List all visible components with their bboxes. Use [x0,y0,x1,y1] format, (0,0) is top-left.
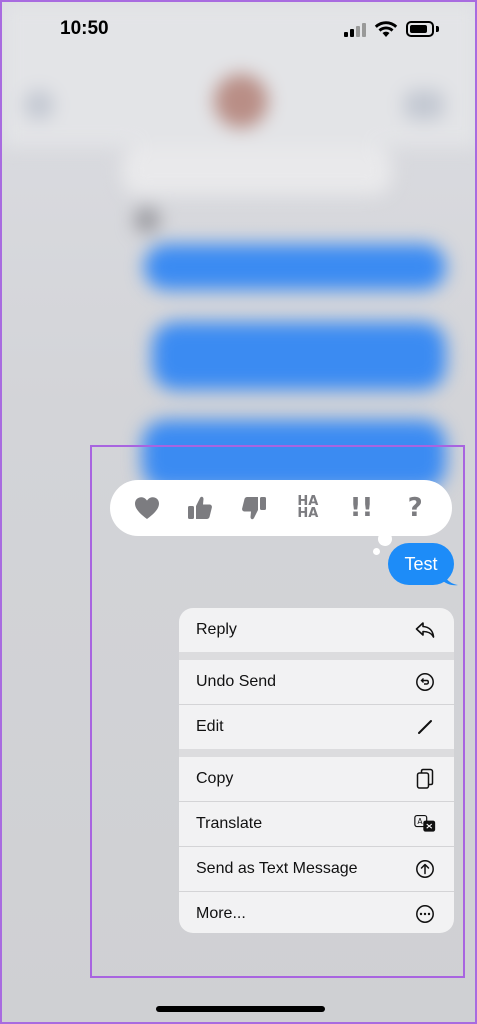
menu-item-label: More... [196,905,246,922]
blurred-back-button [24,90,54,120]
battery-cap [436,26,439,32]
menu-item-more[interactable]: More... [179,892,454,933]
menu-item-label: Translate [196,815,263,832]
status-time: 10:50 [60,18,109,39]
blurred-sent-bubble [152,322,446,390]
home-indicator[interactable] [156,1006,325,1012]
message-bubble-tail [442,570,458,586]
wifi-icon [374,21,398,37]
menu-item-edit[interactable]: Edit [179,705,454,749]
tapback-bar: HA HA !! ? [110,480,452,536]
question-icon[interactable]: ? [397,490,433,526]
blurred-video-button [404,90,444,120]
menu-item-copy[interactable]: Copy [179,757,454,801]
menu-item-label: Edit [196,718,224,735]
thumbs-down-icon[interactable] [236,490,272,526]
blurred-contact-avatar [214,74,268,128]
haha-bottom-label: HA [297,506,319,521]
reply-icon [414,619,436,641]
svg-text:A: A [417,817,423,826]
translate-icon: A [414,813,436,835]
cellular-signal-icon [344,23,366,37]
exclamation-icon[interactable]: !! [343,490,379,526]
menu-item-translate[interactable]: Translate A [179,802,454,846]
menu-item-undo-send[interactable]: Undo Send [179,660,454,704]
blurred-received-bubble [122,147,392,195]
message-text: Test [404,553,438,574]
pencil-icon [414,716,436,738]
menu-item-reply[interactable]: Reply [179,608,454,652]
more-icon [414,903,436,925]
tapback-tail [373,548,380,555]
menu-item-label: Reply [196,621,237,638]
menu-item-label: Send as Text Message [196,860,358,877]
blurred-sender-avatar [134,207,160,233]
question-label: ? [407,493,423,523]
menu-item-send-as-text[interactable]: Send as Text Message [179,847,454,891]
arrow-up-circle-icon [414,858,436,880]
blurred-sent-bubble [144,244,446,290]
menu-item-label: Copy [196,770,234,787]
undo-icon [414,671,436,693]
heart-icon[interactable] [129,490,165,526]
menu-separator [179,652,454,660]
haha-icon[interactable]: HA HA [290,490,326,526]
menu-separator [179,749,454,757]
copy-icon [414,768,436,790]
context-menu: Reply Undo Send Edit Copy Translate A Se… [179,608,454,933]
exclamation-label: !! [349,493,374,523]
thumbs-up-icon[interactable] [182,490,218,526]
screen-frame: 10:50 HA HA !! ? Test Reply Undo Send Ed… [0,0,477,1024]
menu-item-label: Undo Send [196,673,277,690]
battery-icon [406,21,434,37]
